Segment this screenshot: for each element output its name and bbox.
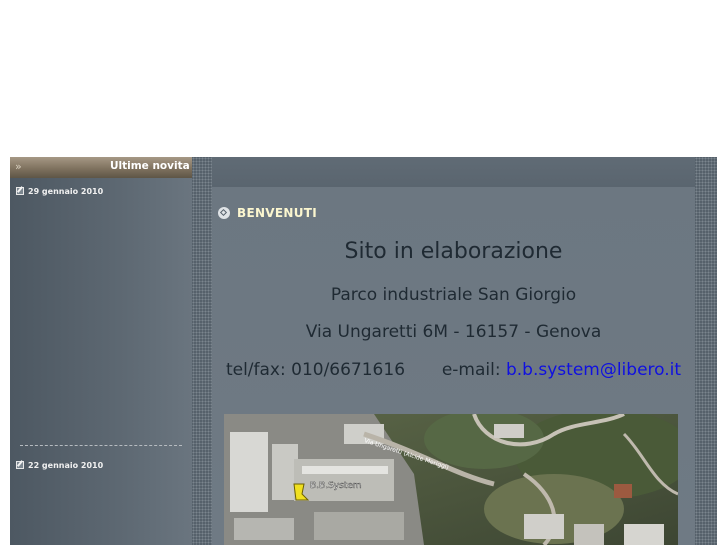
phone-fax-text: tel/fax: 010/6671616 — [225, 360, 406, 380]
contact-line: tel/fax: 010/6671616 e-mail: b.b.system@… — [212, 360, 695, 380]
map-marker-label: B.B.System — [310, 481, 362, 491]
news-date[interactable]: 29 gennaio 2010 — [28, 187, 103, 196]
left-dotted-border — [192, 157, 212, 545]
content-panel: BENVENUTI Sito in elaborazione Parco ind… — [212, 187, 695, 545]
main-area: BENVENUTI Sito in elaborazione Parco ind… — [192, 157, 717, 545]
news-date[interactable]: 22 gennaio 2010 — [28, 461, 103, 470]
news-sidebar: » Ultime novita : 29 gennaio 2010 22 gen… — [10, 157, 210, 545]
park-name-text: Parco industriale San Giorgio — [330, 285, 577, 305]
main-top-band — [192, 157, 717, 187]
section-title: BENVENUTI — [237, 206, 318, 220]
news-sidebar-header: » Ultime novita : — [10, 157, 210, 178]
page-frame: » Ultime novita : 29 gennaio 2010 22 gen… — [10, 157, 717, 545]
email-link[interactable]: b.b.system@libero.it — [506, 360, 681, 380]
news-item[interactable]: 22 gennaio 2010 — [16, 459, 103, 471]
address-text: Via Ungaretti 6M - 16157 - Genova — [305, 322, 602, 342]
section-heading: BENVENUTI — [218, 206, 317, 220]
aerial-map-image: B.B.System Via Ungaretti (Alcide Meriggi… — [224, 414, 678, 545]
edit-note-icon — [16, 461, 24, 469]
site-status-text: Sito in elaborazione — [344, 239, 563, 264]
news-item[interactable]: 29 gennaio 2010 — [16, 185, 103, 197]
news-sidebar-title: Ultime novita : — [110, 160, 198, 172]
edit-note-icon — [16, 187, 24, 195]
news-divider — [20, 445, 182, 446]
email-label: e-mail: — [441, 360, 506, 380]
diamond-bullet-icon — [218, 207, 230, 219]
right-dotted-border — [695, 157, 717, 545]
double-arrow-icon: » — [15, 160, 22, 173]
